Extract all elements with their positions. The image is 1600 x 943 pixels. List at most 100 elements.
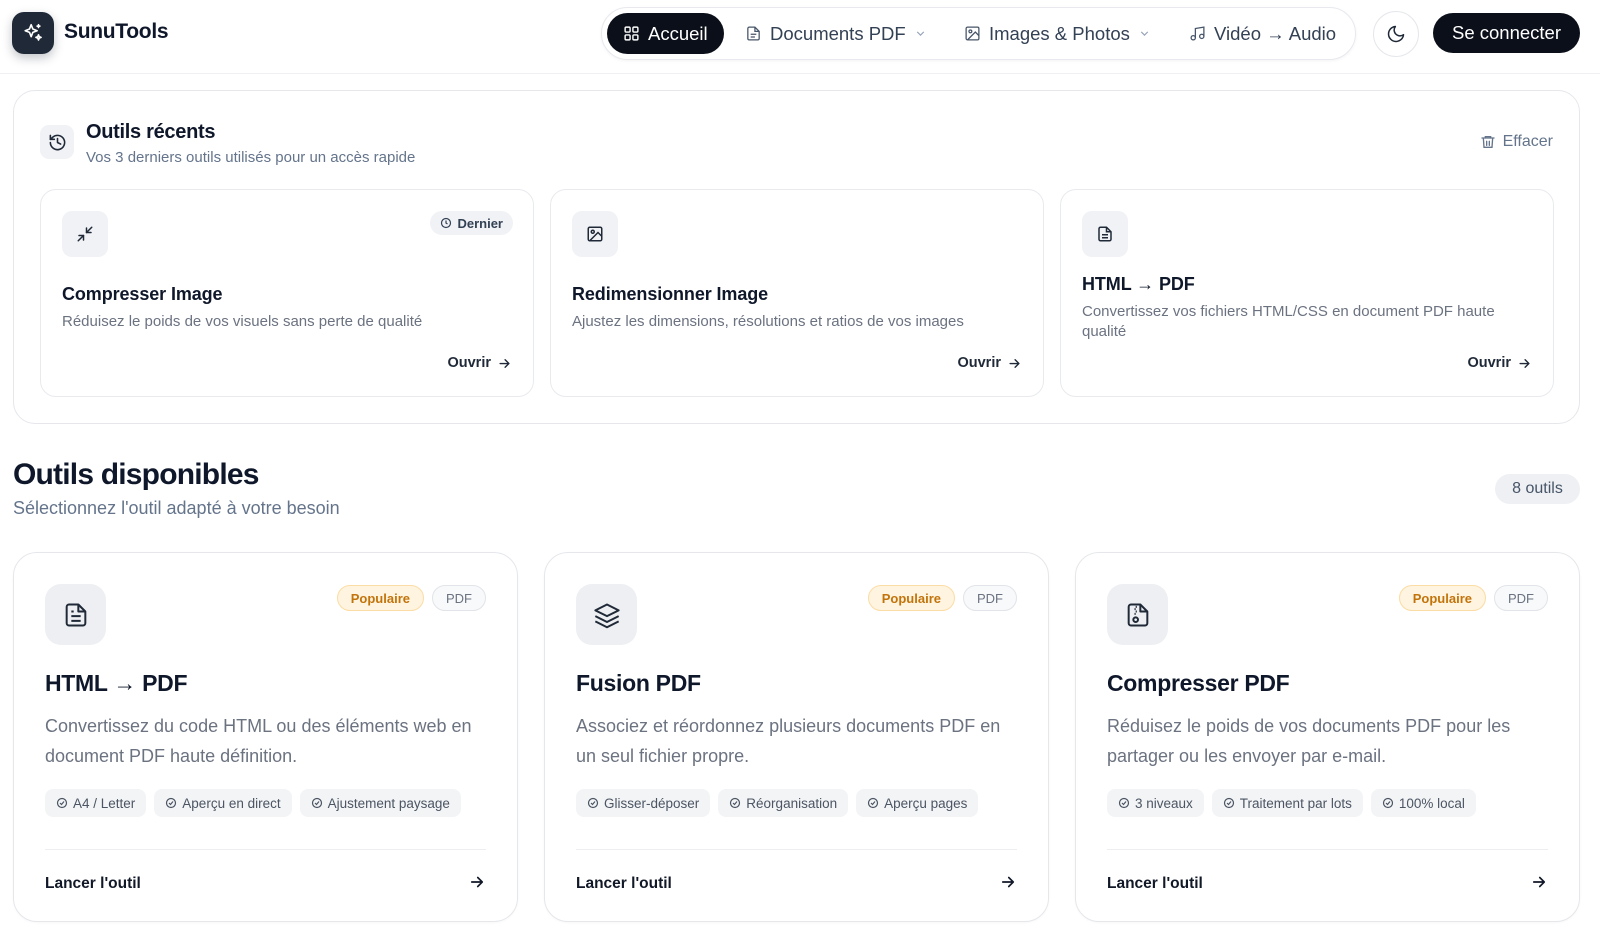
tool-card-title: Compresser PDF <box>1107 670 1290 696</box>
feature-tag: 100% local <box>1370 789 1476 817</box>
tag-label: Glisser-déposer <box>604 795 700 811</box>
category-badge: PDF <box>1494 585 1548 611</box>
arrow-right-icon <box>1519 358 1530 368</box>
recent-card-title: HTML → PDF <box>1082 274 1195 294</box>
arrow-right-icon <box>1009 358 1020 368</box>
tag-label: Aperçu pages <box>884 795 968 811</box>
arrow-right-icon[interactable] <box>999 873 1017 891</box>
launch-tool-link[interactable]: Lancer l'outil <box>576 875 672 893</box>
arrow-right-icon[interactable] <box>1530 873 1548 891</box>
tools-count-badge: 8 outils <box>1495 474 1580 504</box>
grid-icon <box>624 26 639 41</box>
divider <box>1107 849 1548 850</box>
category-badge: PDF <box>432 585 486 611</box>
open-label: Ouvrir <box>957 355 1001 371</box>
feature-tag: Aperçu pages <box>856 789 979 817</box>
recent-card-desc: Ajustez les dimensions, résolutions et r… <box>572 313 964 330</box>
launch-tool-link[interactable]: Lancer l'outil <box>1107 875 1203 893</box>
recent-card[interactable]: Dernier Compresser Image Réduisez le poi… <box>40 189 534 397</box>
file-archive-icon <box>1127 603 1148 626</box>
nav-item-images-photos[interactable]: Images & Photos <box>948 13 1167 54</box>
tool-feature-tags: Glisser-déposer Réorganisation Aperçu pa… <box>576 789 979 817</box>
arrow-right-icon <box>499 358 510 368</box>
feature-tag: Traitement par lots <box>1211 789 1363 817</box>
tool-card[interactable]: Populaire PDF Fusion PDF Associez et réo… <box>544 552 1049 922</box>
nav-label: Images & Photos <box>989 22 1130 44</box>
tool-card[interactable]: Populaire PDF Compresser PDF Réduisez le… <box>1075 552 1580 922</box>
tool-feature-tags: 3 niveaux Traitement par lots 100% local <box>1107 789 1476 817</box>
recent-icon-wrap <box>40 125 74 159</box>
divider <box>576 849 1017 850</box>
recent-title: Outils récents <box>86 121 216 143</box>
clear-label: Effacer <box>1502 133 1553 150</box>
check-circle-icon <box>166 797 177 809</box>
sparkles-icon <box>24 23 42 41</box>
tool-feature-tags: A4 / Letter Aperçu en direct Ajustement … <box>45 789 461 817</box>
trash-icon <box>1480 136 1495 148</box>
tag-label: 3 niveaux <box>1135 795 1193 811</box>
tool-badges: Populaire PDF <box>336 585 486 611</box>
tool-card-desc: Réduisez le poids de vos documents PDF p… <box>1107 716 1511 766</box>
image-icon <box>965 26 980 41</box>
login-button[interactable]: Se connecter <box>1433 13 1580 53</box>
tool-card-icon-wrap <box>576 584 637 645</box>
check-circle-icon <box>311 797 322 809</box>
history-icon <box>49 134 65 150</box>
tool-card[interactable]: Populaire PDF HTML → PDF Convertissez du… <box>13 552 518 922</box>
logo[interactable] <box>12 12 54 54</box>
tag-label: A4 / Letter <box>73 795 136 811</box>
tool-card-icon-wrap <box>1107 584 1168 645</box>
chevron-down-icon <box>1140 31 1149 36</box>
feature-tag: Aperçu en direct <box>154 789 292 817</box>
tools-section-title: Outils disponibles <box>13 458 259 491</box>
open-link[interactable]: Ouvrir <box>1467 355 1532 371</box>
popular-badge: Populaire <box>1398 585 1486 611</box>
file-text-icon <box>65 603 86 626</box>
check-circle-icon <box>730 797 741 809</box>
file-icon <box>747 26 760 41</box>
music-icon <box>1190 26 1205 41</box>
minimize-icon <box>77 226 93 242</box>
recent-card-icon-wrap <box>1082 211 1128 257</box>
brand-name[interactable]: SunuTools <box>64 20 169 44</box>
clear-recent-button[interactable]: Effacer <box>1480 133 1553 151</box>
image-icon <box>587 226 603 242</box>
recent-card-desc: Convertissez vos fichiers HTML/CSS en do… <box>1082 303 1495 340</box>
feature-tag: 3 niveaux <box>1107 789 1204 817</box>
feature-tag: Réorganisation <box>718 789 849 817</box>
nav-item-documents-pdf[interactable]: Documents PDF <box>729 13 943 54</box>
recent-card-icon-wrap <box>572 211 618 257</box>
badge-label: Dernier <box>457 215 503 231</box>
tool-badges: Populaire PDF <box>1398 585 1548 611</box>
nav-item-video-audio[interactable]: Vidéo → Audio <box>1173 13 1352 54</box>
tool-card-icon-wrap <box>45 584 106 645</box>
top-header: SunuTools Accueil Documents PDF Images &… <box>0 0 1600 74</box>
recent-card[interactable]: HTML → PDF Convertissez vos fichiers HTM… <box>1060 189 1554 397</box>
recent-subtitle: Vos 3 derniers outils utilisés pour un a… <box>86 149 416 166</box>
arrow-right-icon[interactable] <box>468 873 486 891</box>
nav-item-accueil[interactable]: Accueil <box>607 13 724 54</box>
feature-tag: Ajustement paysage <box>299 789 461 817</box>
open-link[interactable]: Ouvrir <box>447 355 512 371</box>
tag-label: Ajustement paysage <box>327 795 450 811</box>
check-circle-icon <box>1382 797 1393 809</box>
feature-tag: A4 / Letter <box>45 789 147 817</box>
check-circle-icon <box>1223 797 1234 809</box>
recent-card[interactable]: Redimensionner Image Ajustez les dimensi… <box>550 189 1044 397</box>
feature-tag: Glisser-déposer <box>576 789 711 817</box>
tool-badges: Populaire PDF <box>867 585 1017 611</box>
tag-label: 100% local <box>1398 795 1465 811</box>
theme-toggle-button[interactable] <box>1373 11 1419 57</box>
open-label: Ouvrir <box>447 355 491 371</box>
open-link[interactable]: Ouvrir <box>957 355 1022 371</box>
check-circle-icon <box>868 797 879 809</box>
nav-label: Vidéo → Audio <box>1214 22 1337 44</box>
divider <box>45 849 486 850</box>
tag-label: Réorganisation <box>746 795 838 811</box>
recent-tools-panel: Outils récents Vos 3 derniers outils uti… <box>13 90 1580 424</box>
tools-section-subtitle: Sélectionnez l'outil adapté à votre beso… <box>13 498 340 518</box>
launch-tool-link[interactable]: Lancer l'outil <box>45 875 141 893</box>
moon-icon <box>1387 25 1405 43</box>
file-text-icon <box>1098 226 1112 242</box>
chevron-down-icon <box>916 31 924 36</box>
